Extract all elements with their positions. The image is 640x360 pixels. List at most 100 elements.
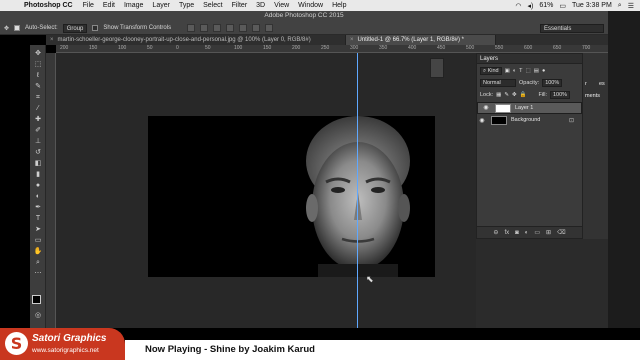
- history-brush-tool-icon[interactable]: ↺: [33, 148, 43, 157]
- move-tool-icon[interactable]: ✥: [33, 49, 43, 58]
- zoom-tool-icon[interactable]: ⌕: [33, 258, 43, 267]
- align-left-icon[interactable]: [226, 24, 235, 32]
- trash-icon[interactable]: ⌫: [557, 229, 565, 236]
- more-tools-icon[interactable]: ⋯: [33, 269, 43, 278]
- panel-tab-label[interactable]: r: [585, 81, 587, 87]
- menu-help[interactable]: Help: [332, 2, 346, 9]
- lasso-tool-icon[interactable]: ℓ: [33, 71, 43, 80]
- align-top-icon[interactable]: [187, 24, 196, 32]
- auto-select-dropdown[interactable]: Group: [62, 23, 88, 33]
- app-menu[interactable]: Photoshop CC: [24, 2, 73, 9]
- close-icon[interactable]: ×: [50, 37, 54, 43]
- menu-image[interactable]: Image: [124, 2, 143, 9]
- portrait-photo[interactable]: [148, 116, 435, 277]
- group-icon[interactable]: ▭: [534, 229, 540, 236]
- align-center-icon[interactable]: [239, 24, 248, 32]
- hand-tool-icon[interactable]: ✋: [33, 247, 43, 256]
- lock-paint-icon[interactable]: ✎: [504, 92, 509, 98]
- ruler-tick: 50: [205, 45, 211, 51]
- menu-view[interactable]: View: [274, 2, 289, 9]
- menu-window[interactable]: Window: [298, 2, 323, 9]
- battery-icon[interactable]: ▭: [559, 2, 566, 10]
- layer-thumbnail: [495, 103, 511, 113]
- fill-field[interactable]: 100%: [550, 91, 571, 99]
- menu-3d[interactable]: 3D: [256, 2, 265, 9]
- ruler-left[interactable]: [46, 53, 56, 328]
- type-tool-icon[interactable]: T: [33, 214, 43, 223]
- ruler-tick: 400: [408, 45, 417, 51]
- layers-panel: Layers ⌕ Kind ▣ ◐ T ⬚ ▤ ● Normal Opacity…: [476, 53, 583, 239]
- panel-tab-label[interactable]: es: [599, 81, 605, 87]
- menu-select[interactable]: Select: [203, 2, 222, 9]
- brush-tool-icon[interactable]: ✐: [33, 126, 43, 135]
- eye-icon[interactable]: ◉: [481, 104, 491, 112]
- blur-tool-icon[interactable]: ●: [33, 181, 43, 190]
- menu-file[interactable]: File: [83, 2, 94, 9]
- move-tool-icon[interactable]: ✥: [4, 25, 9, 32]
- properties-button[interactable]: [430, 58, 444, 78]
- clone-stamp-tool-icon[interactable]: ⊥: [33, 137, 43, 146]
- tab-untitled-1[interactable]: × Untitled-1 @ 66.7% (Layer 1, RGB/8#) *: [346, 35, 496, 45]
- volume-icon[interactable]: ◂): [527, 2, 533, 10]
- lock-move-icon[interactable]: ✥: [512, 92, 517, 98]
- layers-panel-title[interactable]: Layers: [477, 54, 582, 64]
- canvas-area[interactable]: ⬉: [56, 53, 476, 328]
- filter-smart-icon[interactable]: ▤: [534, 68, 539, 74]
- align-right-icon[interactable]: [252, 24, 261, 32]
- filter-kind-dropdown[interactable]: ⌕ Kind: [480, 67, 502, 75]
- fx-icon[interactable]: fx: [504, 230, 509, 236]
- path-select-tool-icon[interactable]: ➤: [33, 225, 43, 234]
- menu-filter[interactable]: Filter: [232, 2, 248, 9]
- filter-adjust-icon[interactable]: ◐: [513, 68, 516, 74]
- menu-edit[interactable]: Edit: [103, 2, 115, 9]
- new-layer-icon[interactable]: ⊞: [546, 229, 551, 236]
- wifi-icon[interactable]: ◠: [515, 2, 521, 10]
- pen-tool-icon[interactable]: ✒: [33, 203, 43, 212]
- filter-shape-icon[interactable]: ⬚: [526, 68, 531, 74]
- crop-tool-icon[interactable]: ⌗: [33, 93, 43, 102]
- menu-type[interactable]: Type: [179, 2, 194, 9]
- quick-mask-icon[interactable]: ◎: [33, 311, 43, 320]
- align-middle-icon[interactable]: [200, 24, 209, 32]
- panel-tab-label[interactable]: ments: [585, 93, 600, 99]
- layer-name[interactable]: Background: [511, 117, 540, 123]
- dodge-tool-icon[interactable]: ◐: [33, 192, 43, 201]
- ruler-tick: 600: [524, 45, 533, 51]
- menu-layer[interactable]: Layer: [152, 2, 170, 9]
- eye-icon[interactable]: ◉: [477, 117, 487, 124]
- blend-mode-dropdown[interactable]: Normal: [480, 79, 516, 87]
- shape-tool-icon[interactable]: ▭: [33, 236, 43, 245]
- filter-toggle-icon[interactable]: ●: [542, 68, 545, 74]
- layer-row-layer-1[interactable]: ◉ Layer 1: [477, 102, 582, 114]
- healing-brush-tool-icon[interactable]: ✚: [33, 115, 43, 124]
- eyedropper-tool-icon[interactable]: ⁄: [33, 104, 43, 113]
- layer-row-background[interactable]: ◉ Background ⊡: [477, 114, 582, 126]
- filter-pixel-icon[interactable]: ▣: [505, 68, 510, 74]
- list-icon[interactable]: ☰: [628, 2, 634, 10]
- lock-all-icon[interactable]: 🔒: [520, 92, 527, 98]
- opacity-field[interactable]: 100%: [542, 79, 563, 87]
- lock-pixels-icon[interactable]: ▦: [496, 92, 501, 98]
- mask-icon[interactable]: ◙: [515, 230, 519, 236]
- link-layers-icon[interactable]: ⊖: [493, 229, 498, 236]
- clock[interactable]: Tue 3:38 PM: [572, 2, 612, 9]
- search-icon[interactable]: ⌕: [618, 2, 622, 10]
- distribute-icon[interactable]: [265, 24, 274, 32]
- now-playing-bar: Now Playing - Shine by Joakim Karud: [125, 340, 640, 360]
- marquee-tool-icon[interactable]: ⬚: [33, 60, 43, 69]
- auto-select-checkbox[interactable]: [14, 25, 21, 31]
- close-icon[interactable]: ×: [350, 37, 354, 43]
- align-bottom-icon[interactable]: [213, 24, 222, 32]
- eraser-tool-icon[interactable]: ◧: [33, 159, 43, 168]
- vertical-guide[interactable]: [357, 53, 358, 328]
- layer-name[interactable]: Layer 1: [515, 104, 533, 112]
- foreground-color-swatch[interactable]: [32, 295, 41, 304]
- workspace-dropdown[interactable]: Essentials: [540, 24, 604, 33]
- transform-controls-checkbox[interactable]: [92, 25, 99, 31]
- tab-clooney-portrait[interactable]: × martin-schoeller-george-clooney-portrai…: [46, 35, 346, 45]
- adjustment-icon[interactable]: ◐: [525, 230, 529, 236]
- ruler-top[interactable]: 200 150 100 50 0 50 100 150 200 250 300 …: [56, 45, 608, 53]
- gradient-tool-icon[interactable]: ▮: [33, 170, 43, 179]
- filter-type-icon[interactable]: T: [519, 68, 522, 74]
- quick-select-tool-icon[interactable]: ✎: [33, 82, 43, 91]
